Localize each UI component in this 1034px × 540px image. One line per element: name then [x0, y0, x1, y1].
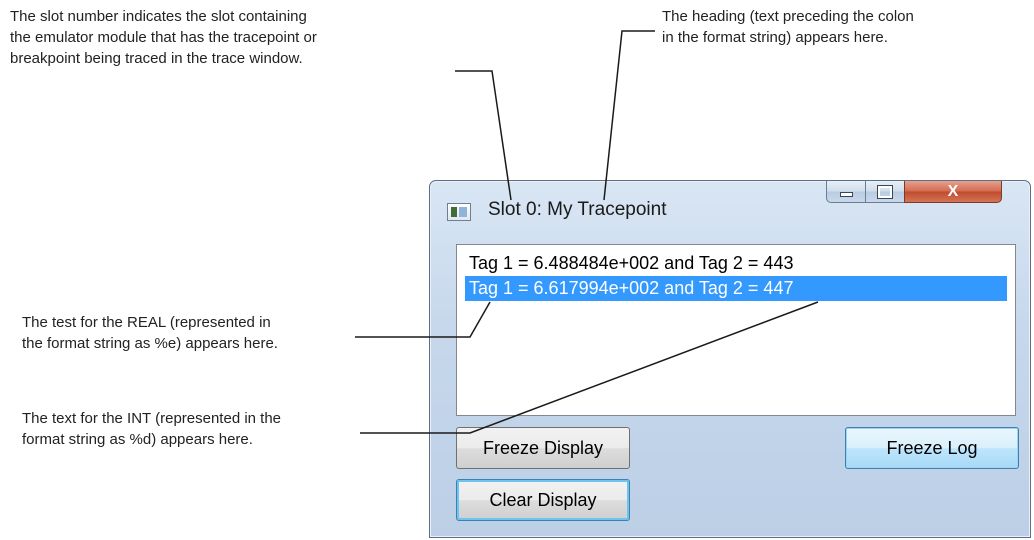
callout-slot-number: The slot number indicates the slot conta… — [10, 8, 317, 67]
maximize-button[interactable] — [865, 181, 905, 203]
app-window-icon — [447, 203, 471, 221]
title-bar[interactable]: Slot 0: My Tracepoint X — [430, 181, 1030, 237]
callout-real-value: The test for the REAL (represented in th… — [22, 314, 278, 352]
close-button[interactable]: X — [904, 181, 1002, 203]
trace-window: Slot 0: My Tracepoint X Tag 1 = 6.488484… — [429, 180, 1031, 538]
maximize-icon — [877, 184, 893, 199]
window-title: Slot 0: My Tracepoint — [488, 199, 667, 220]
trace-listbox[interactable]: Tag 1 = 6.488484e+002 and Tag 2 = 443 Ta… — [456, 244, 1016, 416]
close-icon: X — [947, 182, 959, 200]
list-item[interactable]: Tag 1 = 6.488484e+002 and Tag 2 = 443 — [465, 251, 1007, 276]
clear-display-button[interactable]: Clear Display — [456, 479, 630, 521]
annotated-screenshot: The slot number indicates the slot conta… — [0, 0, 1034, 540]
callout-heading: The heading (text preceding the colon in… — [662, 8, 914, 46]
minimize-button[interactable] — [826, 181, 866, 203]
minimize-icon — [839, 192, 853, 197]
list-item-selected[interactable]: Tag 1 = 6.617994e+002 and Tag 2 = 447 — [465, 276, 1007, 301]
freeze-display-button[interactable]: Freeze Display — [456, 427, 630, 469]
leader-line-heading — [603, 30, 655, 201]
freeze-log-button[interactable]: Freeze Log — [845, 427, 1019, 469]
callout-int-value: The text for the INT (represented in the… — [22, 410, 282, 448]
